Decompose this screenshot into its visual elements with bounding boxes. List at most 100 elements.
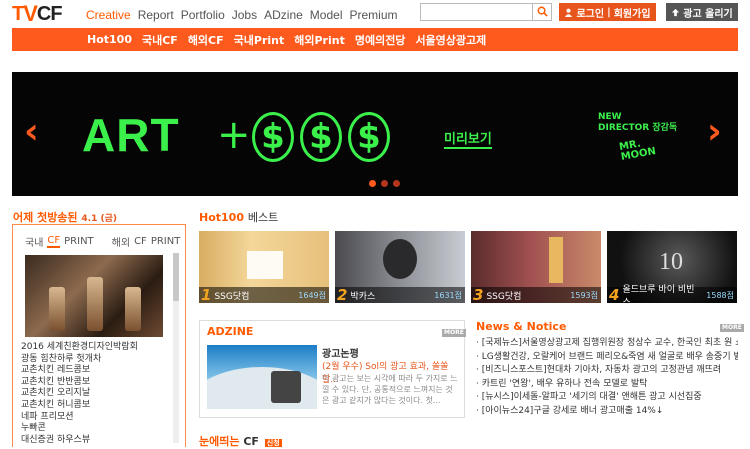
category-overseas-print[interactable]: 해외Print (294, 32, 345, 48)
card-rank: 4 (609, 286, 620, 303)
adzine-article-description: 이 광고는 보는 시각에 따라 두 가지로 느낄 수 있다. 단, 공통적으로 … (322, 374, 458, 405)
category-domestic-cf[interactable]: 국내CF (142, 32, 178, 48)
hot100-card-3[interactable]: 3 SSG닷컴 1593점 (471, 231, 601, 303)
card-count: 1593점 (570, 290, 598, 300)
search-icon (537, 6, 548, 17)
category-bar: Hot100 국내CF 해외CF 국내Print 해외Print 명예의전당 서… (12, 28, 738, 51)
tab-domestic-cf[interactable]: CF (47, 235, 61, 248)
tab-overseas-label[interactable]: 해외 (112, 234, 130, 249)
card-rank: 2 (337, 286, 348, 303)
tvcf-logo[interactable]: T V CF (12, 1, 63, 26)
adzine-title: ADZINE (207, 325, 254, 338)
banner-dot-2[interactable] (381, 180, 388, 187)
adzine-panel: ADZINE MORE 광고논평 (2월 우수) Sol의 광고 효과, 쏠쏠할… (199, 320, 466, 418)
adzine-more-button[interactable]: MORE (442, 329, 466, 337)
director-line-2: DIRECTOR 장감독 (598, 123, 678, 133)
main-banner[interactable]: ‹ ART + $ $ $ 미리보기 NEW DIRECTOR 장감독 MR. … (12, 72, 738, 196)
yesterday-date: 4.1 (금) (81, 214, 117, 224)
nav-report[interactable]: Report (138, 8, 174, 22)
news-item[interactable]: · [국제뉴스]서울영상광고제 집행위원장 정상수 교수, 한국인 최초 원 쇼… (476, 337, 738, 351)
login-join-button[interactable]: 로그인 | 회원가입 (559, 3, 656, 21)
banner-preview-link[interactable]: 미리보기 (444, 128, 492, 149)
tab-domestic-label[interactable]: 국내 (25, 234, 43, 249)
list-item[interactable]: 누빠콘 (21, 423, 138, 435)
news-item[interactable]: · LG생활건강, 오랄케어 브랜드 페리오&죽염 새 얼굴로 배우 송중기 발… (476, 351, 738, 365)
list-item[interactable]: 네파 프리모션 (21, 412, 138, 424)
list-item[interactable]: 광동 힘찬하루 헛개차 (21, 354, 138, 366)
logo-part-v: V (23, 1, 38, 26)
category-hot100[interactable]: Hot100 (87, 33, 132, 46)
yesterday-thumbnail[interactable] (25, 255, 163, 337)
card-title: SSG닷컴 (486, 291, 522, 302)
join-label[interactable]: 회원가입 (614, 5, 651, 20)
nav-premium[interactable]: Premium (349, 8, 397, 22)
yesterday-tabs: 국내 CF PRINT 해외 CF PRINT (25, 234, 180, 249)
adzine-thumbnail[interactable] (207, 345, 317, 409)
news-item[interactable]: · [뉴시스]이세돌-알파고 '세기의 대결' 앤해튼 광고 시선집중 (476, 391, 738, 405)
list-item[interactable]: 2016 세계친환경디자인박람회 (21, 342, 138, 354)
list-item[interactable]: 교촌치킨 오리지날 (21, 388, 138, 400)
category-domestic-print[interactable]: 국내Print (234, 32, 285, 48)
card-title: 박카스 (350, 291, 376, 302)
tab-overseas-cf[interactable]: CF (134, 236, 147, 247)
banner-director-text: NEW DIRECTOR 장감독 (598, 112, 677, 134)
hot100-card-2[interactable]: 2 박카스 1631점 (335, 231, 465, 303)
banner-pagination (369, 180, 400, 187)
banner-dot-1[interactable] (369, 180, 376, 187)
category-seoul-festival[interactable]: 서울영상광고제 (415, 32, 486, 48)
news-more-button[interactable]: MORE (720, 324, 744, 332)
banner-prev-arrow[interactable]: ‹ (24, 112, 39, 152)
card-count: 1588점 (706, 290, 734, 300)
hot100-title-suffix: 베스트 (247, 211, 279, 224)
nav-creative[interactable]: Creative (86, 8, 131, 22)
news-list: · [국제뉴스]서울영상광고제 집행위원장 정상수 교수, 한국인 최초 원 쇼… (476, 337, 738, 419)
card-numeral-graphic: 10 (659, 249, 683, 275)
news-panel: News & Notice MORE · [국제뉴스]서울영상광고제 집행위원장… (476, 320, 744, 419)
yesterday-section-title: 어제 첫방송된 4.1 (금) (13, 209, 117, 225)
banner-headline: ART (82, 109, 180, 161)
card-title: 올드브루 바이 비빈스... (622, 285, 695, 303)
news-item[interactable]: · 카트린 '연왕', 배우 유하나 전속 모델로 발탁 (476, 378, 738, 392)
yesterday-panel: 국내 CF PRINT 해외 CF PRINT 2016 세계친환경디자인박람회… (12, 224, 186, 447)
login-label[interactable]: 로그인 (576, 5, 604, 20)
hot100-section-title: Hot100 베스트 (199, 209, 278, 225)
featured-apply-badge[interactable]: 신청 (264, 439, 282, 447)
hot100-card-4[interactable]: 10 4 올드브루 바이 비빈스... 1588점 (607, 231, 737, 303)
nav-jobs[interactable]: Jobs (232, 8, 257, 22)
search-button[interactable] (532, 3, 552, 21)
list-item[interactable]: 교촌치킨 허니콤보 (21, 400, 138, 412)
adzine-article-title[interactable]: 광고논평 (322, 345, 359, 360)
upload-icon (672, 8, 680, 16)
nav-portfolio[interactable]: Portfolio (181, 8, 225, 22)
coin-icon: $ (348, 112, 390, 162)
list-item[interactable]: 교촌치킨 레드콤보 (21, 365, 138, 377)
card-title: SSG닷컴 (214, 291, 250, 302)
news-title: News & Notice (476, 320, 567, 333)
coin-icon: $ (300, 112, 342, 162)
nav-adzine[interactable]: ADzine (264, 8, 303, 22)
banner-next-arrow[interactable]: › (707, 112, 722, 152)
user-icon (565, 8, 573, 17)
hot100-title: Hot100 (199, 211, 244, 224)
coin-icon: $ (252, 112, 294, 162)
tab-overseas-print[interactable]: PRINT (151, 236, 181, 247)
category-overseas-cf[interactable]: 해외CF (188, 32, 224, 48)
top-nav: Creative Report Portfolio Jobs ADzine Mo… (86, 8, 398, 22)
upload-ad-button[interactable]: 광고 올리기 (666, 3, 738, 21)
list-item[interactable]: 교촌치킨 반반콤보 (21, 377, 138, 389)
banner-dot-3[interactable] (393, 180, 400, 187)
yesterday-title: 어제 첫방송된 (13, 211, 78, 224)
nav-model[interactable]: Model (310, 8, 343, 22)
yesterday-scrollbar[interactable] (173, 253, 179, 443)
mr-moon-logo: MR. MOON (618, 137, 656, 162)
news-item[interactable]: · [아이뉴스24]구글 강세로 배너 광고매출 14%↓ (476, 405, 738, 419)
news-item[interactable]: · [비즈니스포스트]현대차 기아차, 자동차 광고의 고정관념 깨뜨려 (476, 364, 738, 378)
yesterday-list: 2016 세계친환경디자인박람회 광동 힘찬하루 헛개차 교촌치킨 레드콤보 교… (21, 342, 138, 446)
list-item[interactable]: 대신증권 하우스뷰 (21, 435, 138, 447)
hot100-card-1[interactable]: 1 SSG닷컴 1649점 (199, 231, 329, 303)
scrollbar-thumb[interactable] (173, 253, 179, 301)
upload-label: 광고 올리기 (683, 8, 733, 20)
category-hall-of-fame[interactable]: 명예의전당 (355, 32, 406, 48)
tab-domestic-print[interactable]: PRINT (64, 236, 94, 247)
card-rank: 3 (473, 286, 484, 303)
